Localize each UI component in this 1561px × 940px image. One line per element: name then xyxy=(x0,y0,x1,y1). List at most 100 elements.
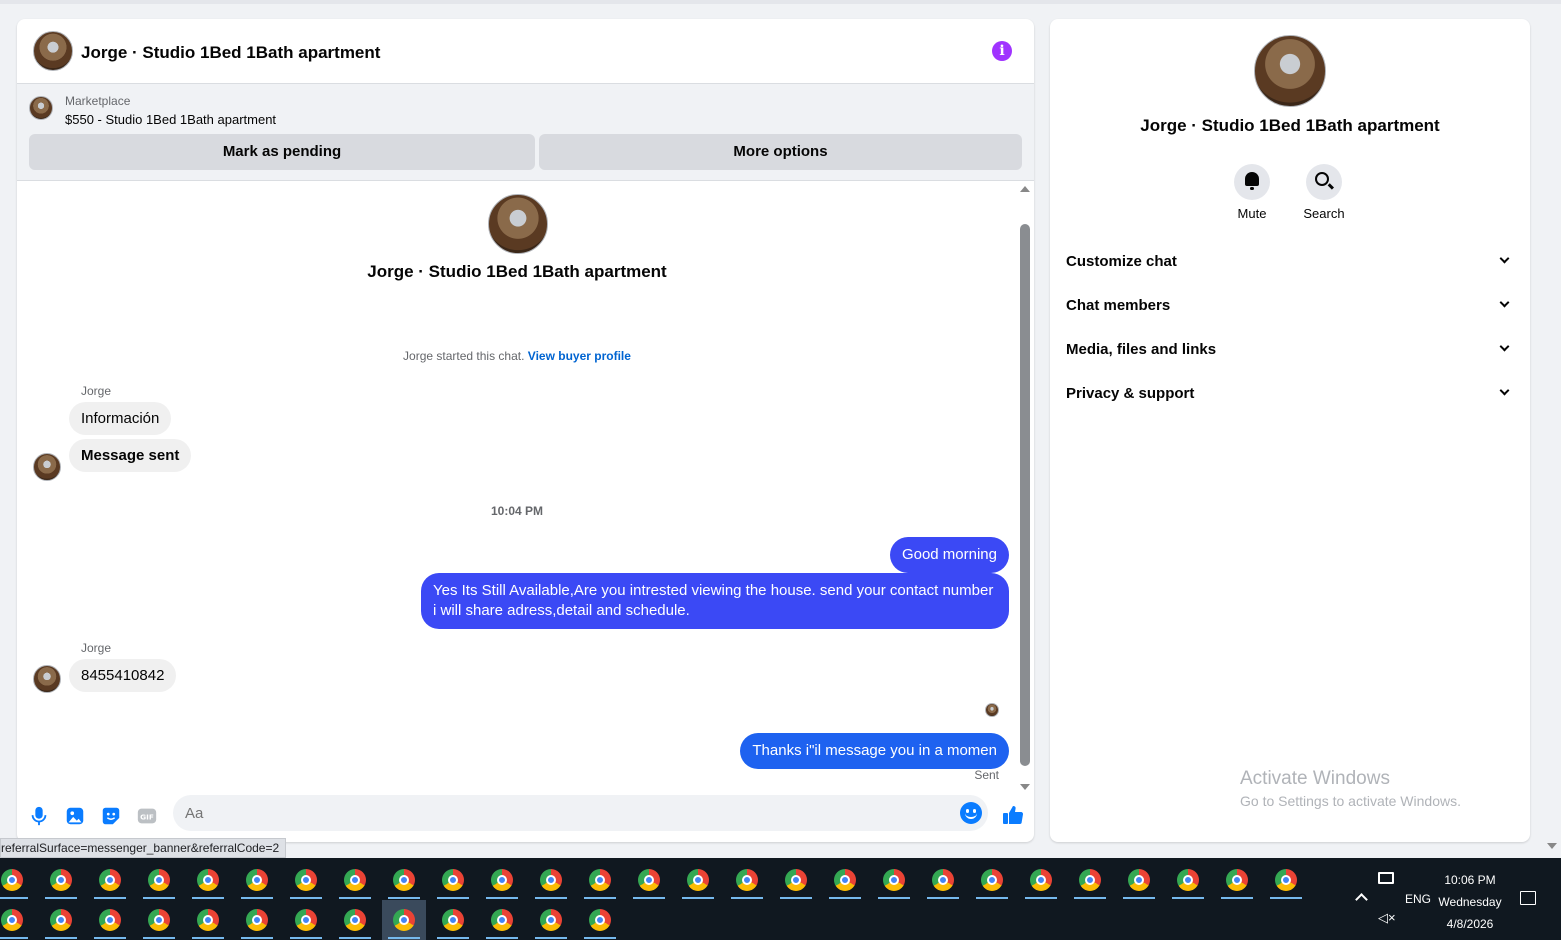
message-input[interactable] xyxy=(185,795,945,831)
chrome-taskbar-button[interactable] xyxy=(921,860,965,900)
more-options-button[interactable]: More options xyxy=(539,134,1022,170)
section-privacy-support[interactable]: Privacy & support xyxy=(1058,373,1522,413)
bell-icon xyxy=(1245,172,1259,190)
search-icon xyxy=(1315,172,1329,186)
chrome-icon xyxy=(1,909,23,931)
chrome-taskbar-button[interactable] xyxy=(88,900,132,940)
chrome-taskbar-button[interactable] xyxy=(137,900,181,940)
chrome-taskbar-button[interactable] xyxy=(1166,860,1210,900)
show-hidden-icons-icon[interactable] xyxy=(1355,893,1368,906)
chrome-taskbar-button[interactable] xyxy=(480,860,524,900)
chat-avatar[interactable] xyxy=(33,31,73,71)
info-icon[interactable]: i xyxy=(992,41,1012,61)
chrome-taskbar-button[interactable] xyxy=(382,900,426,940)
listing-title[interactable]: $550 - Studio 1Bed 1Bath apartment xyxy=(65,112,276,127)
chrome-taskbar-button[interactable] xyxy=(872,860,916,900)
chrome-taskbar-button[interactable] xyxy=(0,900,34,940)
chrome-taskbar-button[interactable] xyxy=(970,860,1014,900)
microphone-icon[interactable] xyxy=(28,805,50,827)
chrome-taskbar-button[interactable] xyxy=(823,860,867,900)
chrome-taskbar-button[interactable] xyxy=(529,900,573,940)
sender-avatar[interactable] xyxy=(33,665,61,693)
sent-status: Sent xyxy=(974,768,999,782)
chrome-taskbar-button[interactable] xyxy=(235,860,279,900)
section-customize-chat[interactable]: Customize chat xyxy=(1058,241,1522,281)
section-label: Media, files and links xyxy=(1066,341,1217,358)
chrome-taskbar-button[interactable] xyxy=(725,860,769,900)
info-avatar[interactable] xyxy=(1254,35,1326,107)
seen-indicator-avatar xyxy=(985,703,999,717)
sticker-icon[interactable] xyxy=(100,805,122,827)
listing-thumbnail[interactable] xyxy=(29,96,53,120)
chrome-taskbar-button[interactable] xyxy=(0,860,34,900)
gif-icon[interactable]: GIF xyxy=(136,805,158,827)
mute-button[interactable]: Mute xyxy=(1222,164,1282,221)
message-bubble-incoming[interactable]: 8455410842 xyxy=(69,659,177,692)
message-bubble-outgoing[interactable]: Yes Its Still Available,Are you intreste… xyxy=(421,573,1009,629)
volume-muted-icon[interactable]: ◁× xyxy=(1378,910,1396,926)
chrome-taskbar-button[interactable] xyxy=(1264,860,1308,900)
chrome-taskbar-button[interactable] xyxy=(774,860,818,900)
chrome-taskbar-button[interactable] xyxy=(39,860,83,900)
chrome-taskbar-button[interactable] xyxy=(333,860,377,900)
intro-title: Jorge · Studio 1Bed 1Bath apartment xyxy=(367,262,667,281)
chrome-taskbar-button[interactable] xyxy=(431,900,475,940)
chrome-icon xyxy=(295,909,317,931)
chrome-taskbar-button[interactable] xyxy=(431,860,475,900)
chrome-taskbar-button[interactable] xyxy=(1117,860,1161,900)
chrome-taskbar-button[interactable] xyxy=(284,900,328,940)
photo-icon[interactable] xyxy=(64,805,86,827)
message-bubble-outgoing[interactable]: Thanks i"il message you in a momen xyxy=(740,733,1009,769)
chrome-taskbar-button[interactable] xyxy=(480,900,524,940)
chrome-taskbar-button[interactable] xyxy=(627,860,671,900)
chrome-taskbar-button[interactable] xyxy=(676,860,720,900)
clock-date: 4/8/2026 xyxy=(1446,917,1494,931)
marketplace-banner: Marketplace $550 - Studio 1Bed 1Bath apa… xyxy=(17,84,1034,181)
chrome-taskbar-button[interactable] xyxy=(1215,860,1259,900)
view-buyer-profile-link[interactable]: View buyer profile xyxy=(528,349,631,363)
language-indicator[interactable]: ENG xyxy=(1405,892,1431,906)
chrome-taskbar-button[interactable] xyxy=(382,860,426,900)
chrome-taskbar-button[interactable] xyxy=(137,860,181,900)
message-bubble-incoming[interactable]: Información xyxy=(69,402,172,435)
scroll-up-arrow-icon[interactable] xyxy=(1020,186,1030,192)
sender-avatar[interactable] xyxy=(33,453,61,481)
chrome-taskbar-button[interactable] xyxy=(333,900,377,940)
windows-taskbar: ◁× ENG 10:06 PM Wednesday 4/8/2026 xyxy=(0,858,1561,940)
thumbs-up-icon[interactable] xyxy=(1001,803,1025,827)
scroll-down-arrow-icon[interactable] xyxy=(1020,784,1030,790)
chrome-taskbar-button[interactable] xyxy=(1068,860,1112,900)
chrome-taskbar-button[interactable] xyxy=(186,900,230,940)
section-media-files-links[interactable]: Media, files and links xyxy=(1058,329,1522,369)
browser-status-url: referralSurface=messenger_banner&referra… xyxy=(0,838,287,858)
emoji-icon[interactable] xyxy=(960,802,982,824)
watermark-line1: Activate Windows xyxy=(1240,768,1390,789)
page-scroll-down-icon[interactable] xyxy=(1547,843,1557,849)
network-icon[interactable] xyxy=(1378,872,1394,884)
chrome-taskbar-button[interactable] xyxy=(529,860,573,900)
clock[interactable]: 10:06 PM Wednesday 4/8/2026 xyxy=(1438,869,1502,935)
chrome-taskbar-button[interactable] xyxy=(186,860,230,900)
chrome-taskbar-button[interactable] xyxy=(578,860,622,900)
section-chat-members[interactable]: Chat members xyxy=(1058,285,1522,325)
chrome-taskbar-button[interactable] xyxy=(88,860,132,900)
chevron-down-icon xyxy=(1499,385,1510,396)
message-input-container[interactable] xyxy=(173,795,988,831)
chat-title[interactable]: Jorge · Studio 1Bed 1Bath apartment xyxy=(81,43,380,63)
chrome-taskbar-button[interactable] xyxy=(235,900,279,940)
scroll-thumb[interactable] xyxy=(1020,224,1030,766)
mark-as-pending-button[interactable]: Mark as pending xyxy=(29,134,535,170)
message-bubble-outgoing[interactable]: Good morning xyxy=(889,537,1009,573)
chrome-icon xyxy=(99,909,121,931)
chrome-taskbar-button[interactable] xyxy=(578,900,622,940)
chrome-icon xyxy=(785,869,807,891)
message-list[interactable]: Jorge · Studio 1Bed 1Bath apartment Jorg… xyxy=(17,182,1017,794)
message-scrollbar[interactable] xyxy=(1018,182,1032,794)
search-button[interactable]: Search xyxy=(1294,164,1354,221)
message-composer: GIF xyxy=(17,794,1034,842)
chrome-taskbar-button[interactable] xyxy=(39,900,83,940)
notifications-icon[interactable] xyxy=(1520,891,1536,905)
message-bubble-incoming[interactable]: Message sent xyxy=(69,439,192,472)
chrome-taskbar-button[interactable] xyxy=(1019,860,1063,900)
chrome-taskbar-button[interactable] xyxy=(284,860,328,900)
